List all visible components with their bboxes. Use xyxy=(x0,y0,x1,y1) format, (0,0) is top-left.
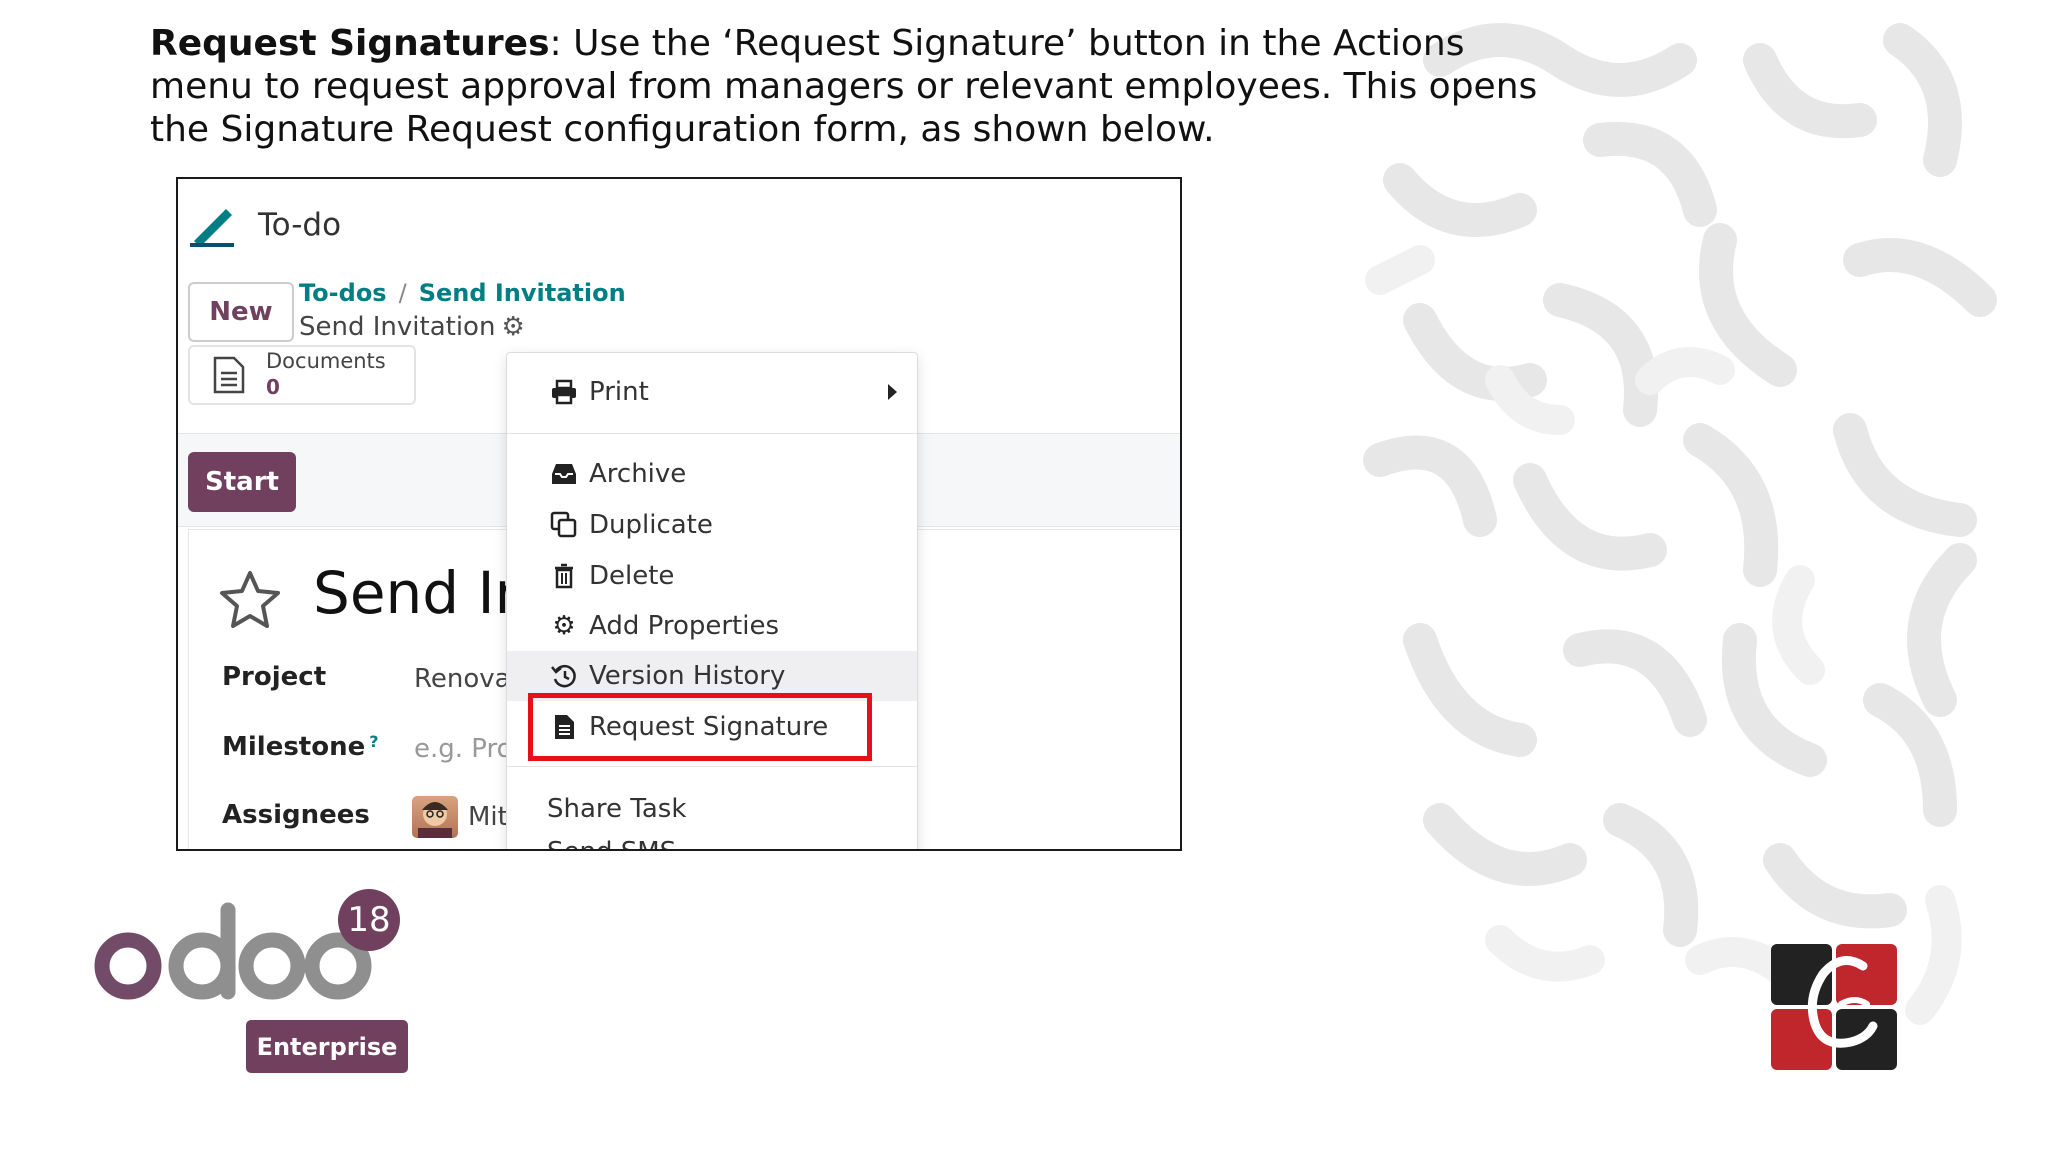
menu-item-label: Duplicate xyxy=(589,510,713,540)
menu-item-label: Share Task xyxy=(547,794,687,824)
avatar-face-icon xyxy=(418,802,452,838)
menu-item-label: Archive xyxy=(589,459,687,489)
menu-item-delete[interactable]: Delete xyxy=(507,551,917,601)
assignees-label: Assignees xyxy=(222,800,370,830)
start-button[interactable]: Start xyxy=(188,452,296,512)
company-logo xyxy=(1771,944,1897,1070)
printer-icon xyxy=(549,377,579,407)
menu-item-add-properties[interactable]: ⚙ Add Properties xyxy=(507,601,917,651)
milestone-label: Milestone? xyxy=(222,732,379,762)
documents-count: 0 xyxy=(266,375,280,399)
version-badge: 18 xyxy=(338,889,400,951)
cogs-icon: ⚙ xyxy=(552,611,576,641)
new-button[interactable]: New xyxy=(188,282,294,342)
actions-menu: Print Archive Duplicate Delete ⚙ Add Pro… xyxy=(506,352,918,849)
menu-item-archive[interactable]: Archive xyxy=(507,449,917,499)
documents-label: Documents xyxy=(266,349,386,373)
history-icon xyxy=(549,661,579,691)
avatar xyxy=(412,796,458,838)
record-name-text: Send Invitation xyxy=(299,312,496,342)
menu-item-label: Print xyxy=(589,377,649,407)
menu-item-send-sms[interactable]: Send SMS xyxy=(507,827,917,849)
caret-right-icon xyxy=(888,384,897,400)
menu-item-label: Delete xyxy=(589,561,675,591)
breadcrumb-separator: / xyxy=(398,279,407,307)
breadcrumb-send-invitation[interactable]: Send Invitation xyxy=(419,279,626,307)
documents-smart-button[interactable]: Documents 0 xyxy=(188,345,416,405)
menu-divider xyxy=(507,433,917,434)
star-icon[interactable] xyxy=(218,569,282,629)
app-title: To-do xyxy=(258,207,342,243)
app-header: To-do xyxy=(188,203,341,247)
menu-item-label: Add Properties xyxy=(589,611,779,641)
breadcrumb-todos[interactable]: To-dos xyxy=(299,279,387,307)
slide-heading: Request Signatures: Use the ‘Request Sig… xyxy=(150,22,1550,151)
highlight-box xyxy=(528,693,872,761)
pen-icon xyxy=(190,209,234,247)
menu-divider xyxy=(507,766,917,767)
slide-heading-bold: Request Signatures xyxy=(150,23,550,64)
inbox-icon xyxy=(549,459,579,489)
trash-icon xyxy=(549,561,579,591)
menu-item-label: Send SMS xyxy=(547,837,676,849)
menu-item-print[interactable]: Print xyxy=(507,367,917,417)
menu-item-label: Version History xyxy=(589,661,786,691)
milestone-label-text: Milestone xyxy=(222,732,366,762)
project-label: Project xyxy=(222,662,327,692)
breadcrumb: To-dos / Send Invitation Send Invitation ⚙ xyxy=(299,279,626,342)
record-name: Send Invitation ⚙ xyxy=(299,312,626,342)
gear-icon[interactable]: ⚙ xyxy=(501,312,524,342)
odoo-screenshot: To-do New To-dos / Send Invitation Send In… xyxy=(176,177,1182,851)
copy-icon xyxy=(549,510,579,540)
menu-item-duplicate[interactable]: Duplicate xyxy=(507,500,917,550)
help-icon[interactable]: ? xyxy=(369,732,378,751)
enterprise-badge: Enterprise xyxy=(246,1020,408,1073)
document-icon xyxy=(213,356,245,394)
